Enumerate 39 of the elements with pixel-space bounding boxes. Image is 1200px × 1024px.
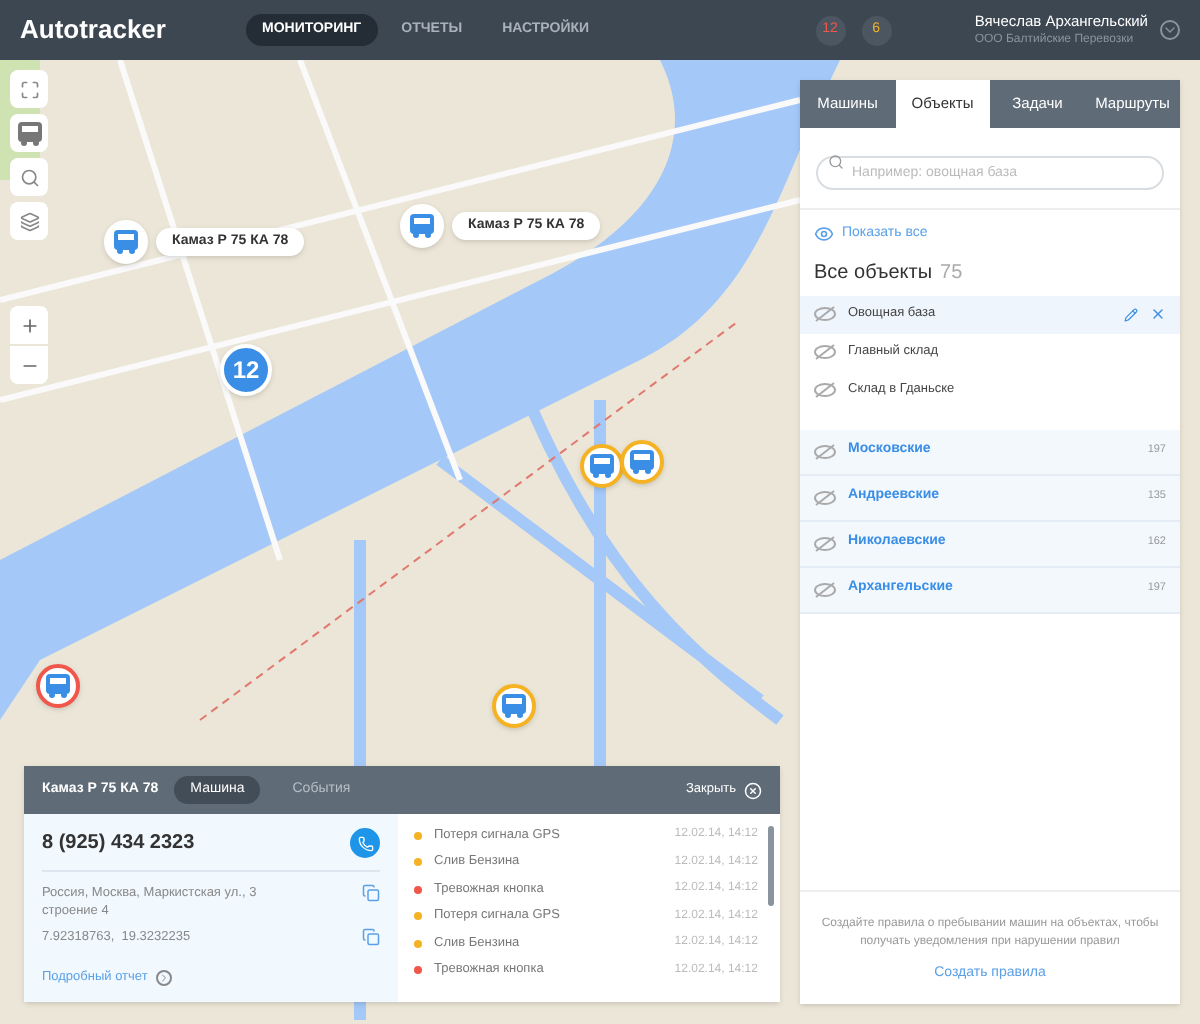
zoom-in-button[interactable] [10, 306, 48, 344]
bus-icon [44, 674, 72, 698]
search-button[interactable] [10, 158, 48, 196]
layers-button[interactable] [10, 202, 48, 240]
objects-count: 75 [940, 259, 963, 287]
copy-icon[interactable] [362, 928, 380, 947]
bus-icon [628, 450, 656, 474]
edit-icon[interactable] [1124, 307, 1138, 321]
search-icon [828, 153, 844, 169]
plus-icon [19, 315, 39, 335]
delete-icon[interactable] [1150, 306, 1166, 322]
bus-icon [15, 121, 43, 145]
hidden-icon [814, 581, 836, 597]
fullscreen-icon [19, 79, 39, 99]
hidden-icon [814, 489, 836, 505]
bus-icon [588, 454, 616, 478]
bus-icon [112, 230, 140, 254]
hidden-icon [814, 344, 836, 360]
chevron-right-icon[interactable] [155, 969, 172, 986]
objects-heading: Все объекты [814, 259, 933, 287]
app-logo: Autotracker [20, 12, 168, 49]
fullscreen-button[interactable] [10, 70, 48, 108]
layers-icon [19, 211, 39, 231]
copy-icon[interactable] [362, 884, 380, 902]
call-button[interactable] [350, 828, 380, 858]
hidden-icon [814, 382, 836, 398]
bus-icon [408, 214, 436, 238]
chevron-down-icon[interactable] [1160, 20, 1180, 40]
search-icon [19, 167, 39, 187]
vehicle-filter-button[interactable] [10, 114, 48, 152]
scrollbar[interactable] [768, 826, 774, 906]
eye-icon [814, 224, 834, 245]
phone-number: 8 (925) 434 2323 [42, 830, 195, 858]
hidden-icon [814, 306, 836, 322]
phone-icon [357, 835, 373, 851]
hidden-icon [814, 443, 836, 459]
hidden-icon [814, 535, 836, 551]
bus-icon [500, 694, 528, 718]
close-icon [744, 781, 762, 799]
